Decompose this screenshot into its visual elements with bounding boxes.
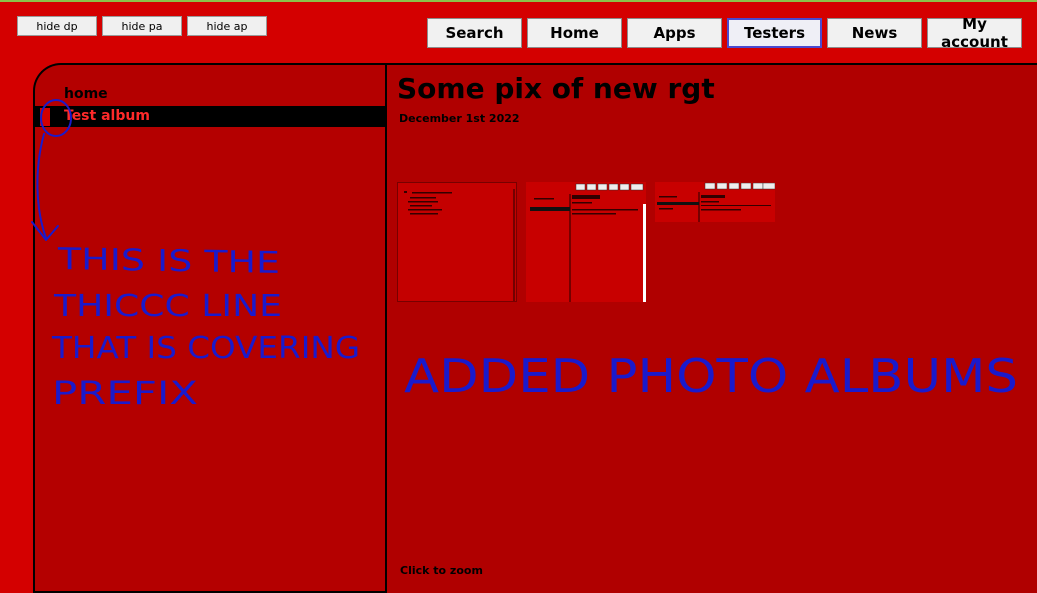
page-title: Some pix of new rgt <box>397 72 715 105</box>
sidebar-panel <box>33 63 387 593</box>
photo-thumbnail[interactable] <box>397 182 517 302</box>
nav-apps-button[interactable]: Apps <box>627 18 722 48</box>
content-panel <box>385 63 1037 593</box>
photo-thumbnail[interactable] <box>655 182 776 222</box>
nav-news-button[interactable]: News <box>827 18 922 48</box>
thumbnail-preview-1 <box>398 183 516 301</box>
thumbnail-preview-3 <box>655 182 776 222</box>
nav-account-button[interactable]: My account <box>927 15 1022 51</box>
sidebar-item-home[interactable]: home <box>64 86 108 102</box>
nav-testers-button[interactable]: Testers <box>727 18 822 48</box>
hide-ap-button[interactable]: hide ap <box>187 16 267 36</box>
click-to-zoom-hint: Click to zoom <box>400 564 483 577</box>
thumbnail-preview-2 <box>526 182 646 302</box>
window-top-border <box>0 0 1037 2</box>
sidebar-item-test-album[interactable]: Test album <box>64 108 150 124</box>
page-date: December 1st 2022 <box>399 112 520 125</box>
nav-home-button[interactable]: Home <box>527 18 622 48</box>
hide-dp-button[interactable]: hide dp <box>17 16 97 36</box>
sidebar-item-prefix <box>40 108 50 126</box>
hide-pa-button[interactable]: hide pa <box>102 16 182 36</box>
nav-search-button[interactable]: Search <box>427 18 522 48</box>
photo-thumbnail[interactable] <box>526 182 646 302</box>
